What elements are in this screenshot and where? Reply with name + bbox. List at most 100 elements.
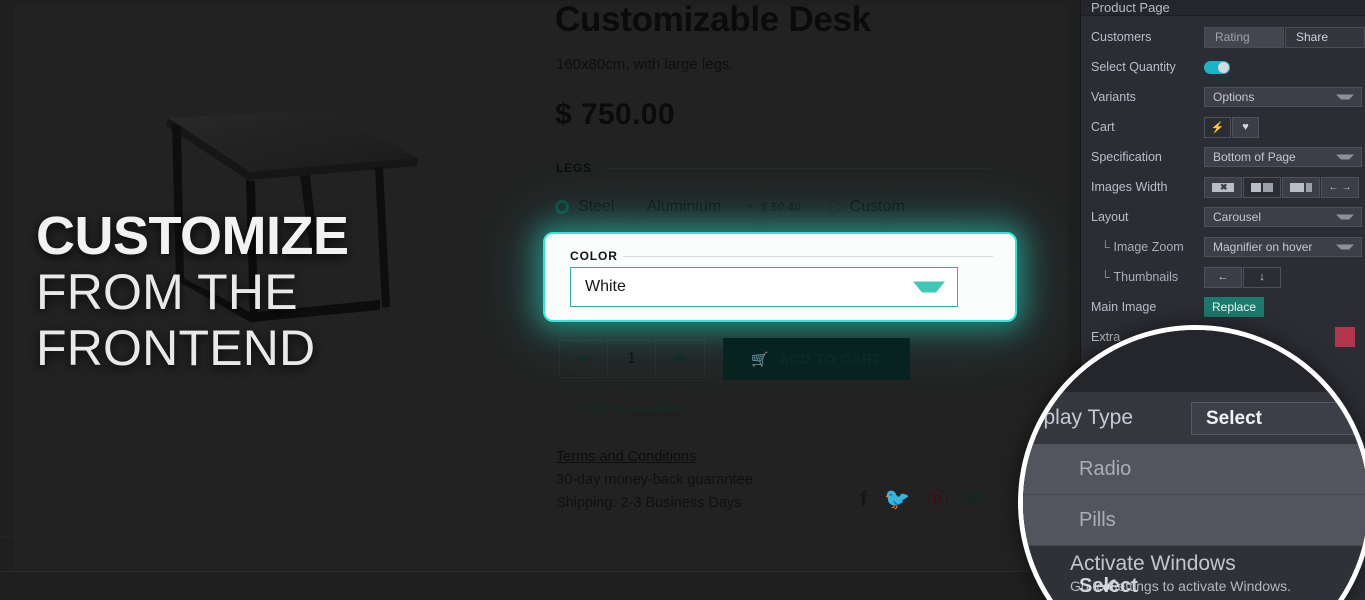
row-select-quantity: Select Quantity [1091,52,1355,82]
legs-options: Steel Aluminium + $ 50.40 Custom [555,198,905,216]
magnifier-lens: splay Type Select Radio Pills ✔ Select [1018,325,1365,600]
row-label: Variants [1091,90,1136,104]
shipping-text: Shipping: 2-3 Business Days [556,495,742,511]
website-preview: CUSTOMIZE FROM THE FRONTEND Customizable… [0,0,1080,600]
product-title: Customizable Desk [555,0,871,39]
chevron-down-icon [1336,94,1354,100]
hero-headline: CUSTOMIZE FROM THE FRONTEND [36,208,466,376]
row-label: Specification [1091,150,1162,164]
width-stretch-icon[interactable]: ← → [1321,176,1359,198]
guarantee-text: 30-day money-back guarantee [556,472,753,488]
lightning-icon[interactable]: ⚡ [1204,116,1231,138]
specification-dropdown[interactable]: Bottom of Page [1204,147,1362,167]
row-cart: Cart ⚡ ♥ [1091,112,1355,142]
row-label: Layout [1091,210,1129,224]
row-customers: Customers Rating Share [1091,22,1365,52]
chevron-down-icon [1336,244,1354,250]
display-type-value: Select [1206,407,1262,429]
product-subtitle: 160x80cm, with large legs. [556,56,734,73]
lens-top-strip [1023,330,1365,392]
row-label: └ Image Zoom [1091,240,1204,254]
quantity-decrease-button[interactable]: − [560,341,608,377]
customers-rating-button[interactable]: Rating [1204,26,1284,48]
image-zoom-dropdown[interactable]: Magnifier on hover [1204,237,1362,257]
replace-image-button[interactable]: Replace [1204,297,1265,317]
chevron-down-icon [913,281,945,293]
row-label: Customers [1091,30,1152,44]
layout-dropdown-value: Carousel [1213,210,1262,224]
image-zoom-dropdown-value: Magnifier on hover [1213,240,1313,254]
arrow-down-icon[interactable]: ↓ [1243,266,1281,288]
row-label: Images Width [1091,180,1168,194]
heart-icon[interactable]: ♥ [1232,116,1259,138]
terms-and-conditions-link[interactable]: Terms and Conditions [556,446,753,469]
variants-dropdown-value: Options [1213,90,1255,104]
option-label: Radio [1079,457,1132,480]
dropdown-option-radio[interactable]: Radio [1023,444,1365,495]
check-icon: ✔ [1101,575,1118,598]
row-thumbnails: └ Thumbnails ← ↓ [1091,262,1355,292]
arrow-left-icon[interactable]: ← [1204,266,1242,288]
legs-section-label: LEGS [556,161,592,175]
quantity-stepper[interactable]: − 1 + [559,340,705,378]
hero-line-2: FROM THE [36,264,298,321]
row-label: Select Quantity [1091,60,1176,74]
legs-option-price: $ 50.40 [760,200,801,214]
row-specification: Specification Bottom of Page [1091,142,1362,172]
toggle-knob [1218,61,1229,73]
specification-dropdown-value: Bottom of Page [1213,150,1296,164]
color-rule [623,256,993,257]
chevron-down-icon [1336,154,1354,160]
image-zoom-label: Image Zoom [1113,240,1184,254]
select-quantity-toggle[interactable] [1204,60,1230,74]
twitter-icon[interactable]: 🐦 [884,488,910,512]
wishlist-prefix: Add to [580,399,624,417]
cart-icon-buttons: ⚡ ♥ [1204,116,1259,138]
color-select-value: White [585,278,626,295]
screenshot-stage: CUSTOMIZE FROM THE FRONTEND Customizable… [0,0,1365,600]
legs-option-steel[interactable]: Steel [555,198,614,216]
hero-line-1: CUSTOMIZE [36,206,349,266]
add-to-cart-label: ADD TO CART [779,351,882,367]
add-to-wishlist-link[interactable]: ♡ Add to wishlist [557,398,681,418]
width-two-thirds-icon[interactable] [1282,176,1320,198]
legs-option-custom[interactable]: Custom [826,198,905,216]
email-icon[interactable]: ✉ [965,488,983,513]
row-label: Main Image [1091,300,1157,314]
row-images-width: Images Width ✖ ← → [1091,172,1359,202]
customers-segmented-control: Rating Share [1204,26,1365,48]
chevron-down-icon [1336,214,1354,220]
images-width-buttons: ✖ ← → [1204,176,1359,198]
display-type-label: splay Type [1033,406,1134,429]
width-full-icon[interactable]: ✖ [1204,176,1242,198]
customers-share-button[interactable]: Share [1285,26,1365,48]
quantity-value: 1 [608,341,656,377]
dropdown-option-select[interactable]: ✔ Select [1023,546,1365,600]
legs-rule [605,168,990,169]
product-price: $ 750.00 [555,98,675,131]
row-main-image: Main Image Replace [1091,292,1355,322]
legs-option-label: Custom [849,198,905,215]
color-section-label: COLOR [570,249,618,263]
row-label: Cart [1091,120,1115,134]
width-half-icon[interactable] [1243,176,1281,198]
option-label: Pills [1079,508,1116,531]
facebook-icon[interactable]: f [860,488,867,512]
dropdown-option-pills[interactable]: Pills [1023,495,1365,546]
color-select-dropdown[interactable]: White [570,267,958,307]
cart-icon: 🛒 [751,350,770,367]
panel-title: Product Page [1081,0,1365,16]
lens-content: splay Type Select Radio Pills ✔ Select [1023,330,1365,600]
wishlist-link-word: wishlist [632,399,682,417]
legs-option-aluminium[interactable]: Aluminium [646,198,721,216]
add-to-cart-button[interactable]: 🛒 ADD TO CART [723,338,910,380]
variants-dropdown[interactable]: Options [1204,87,1362,107]
layout-dropdown[interactable]: Carousel [1204,207,1362,227]
pinterest-icon[interactable]: Ⓟ [927,485,948,515]
thumbnails-buttons: ← ↓ [1204,266,1281,288]
hero-line-3: FRONTEND [36,320,316,377]
lens-display-type-row: splay Type Select [1023,392,1365,444]
quantity-increase-button[interactable]: + [656,341,704,377]
legs-option-label: Steel [578,198,615,215]
display-type-select[interactable]: Select [1191,402,1365,435]
